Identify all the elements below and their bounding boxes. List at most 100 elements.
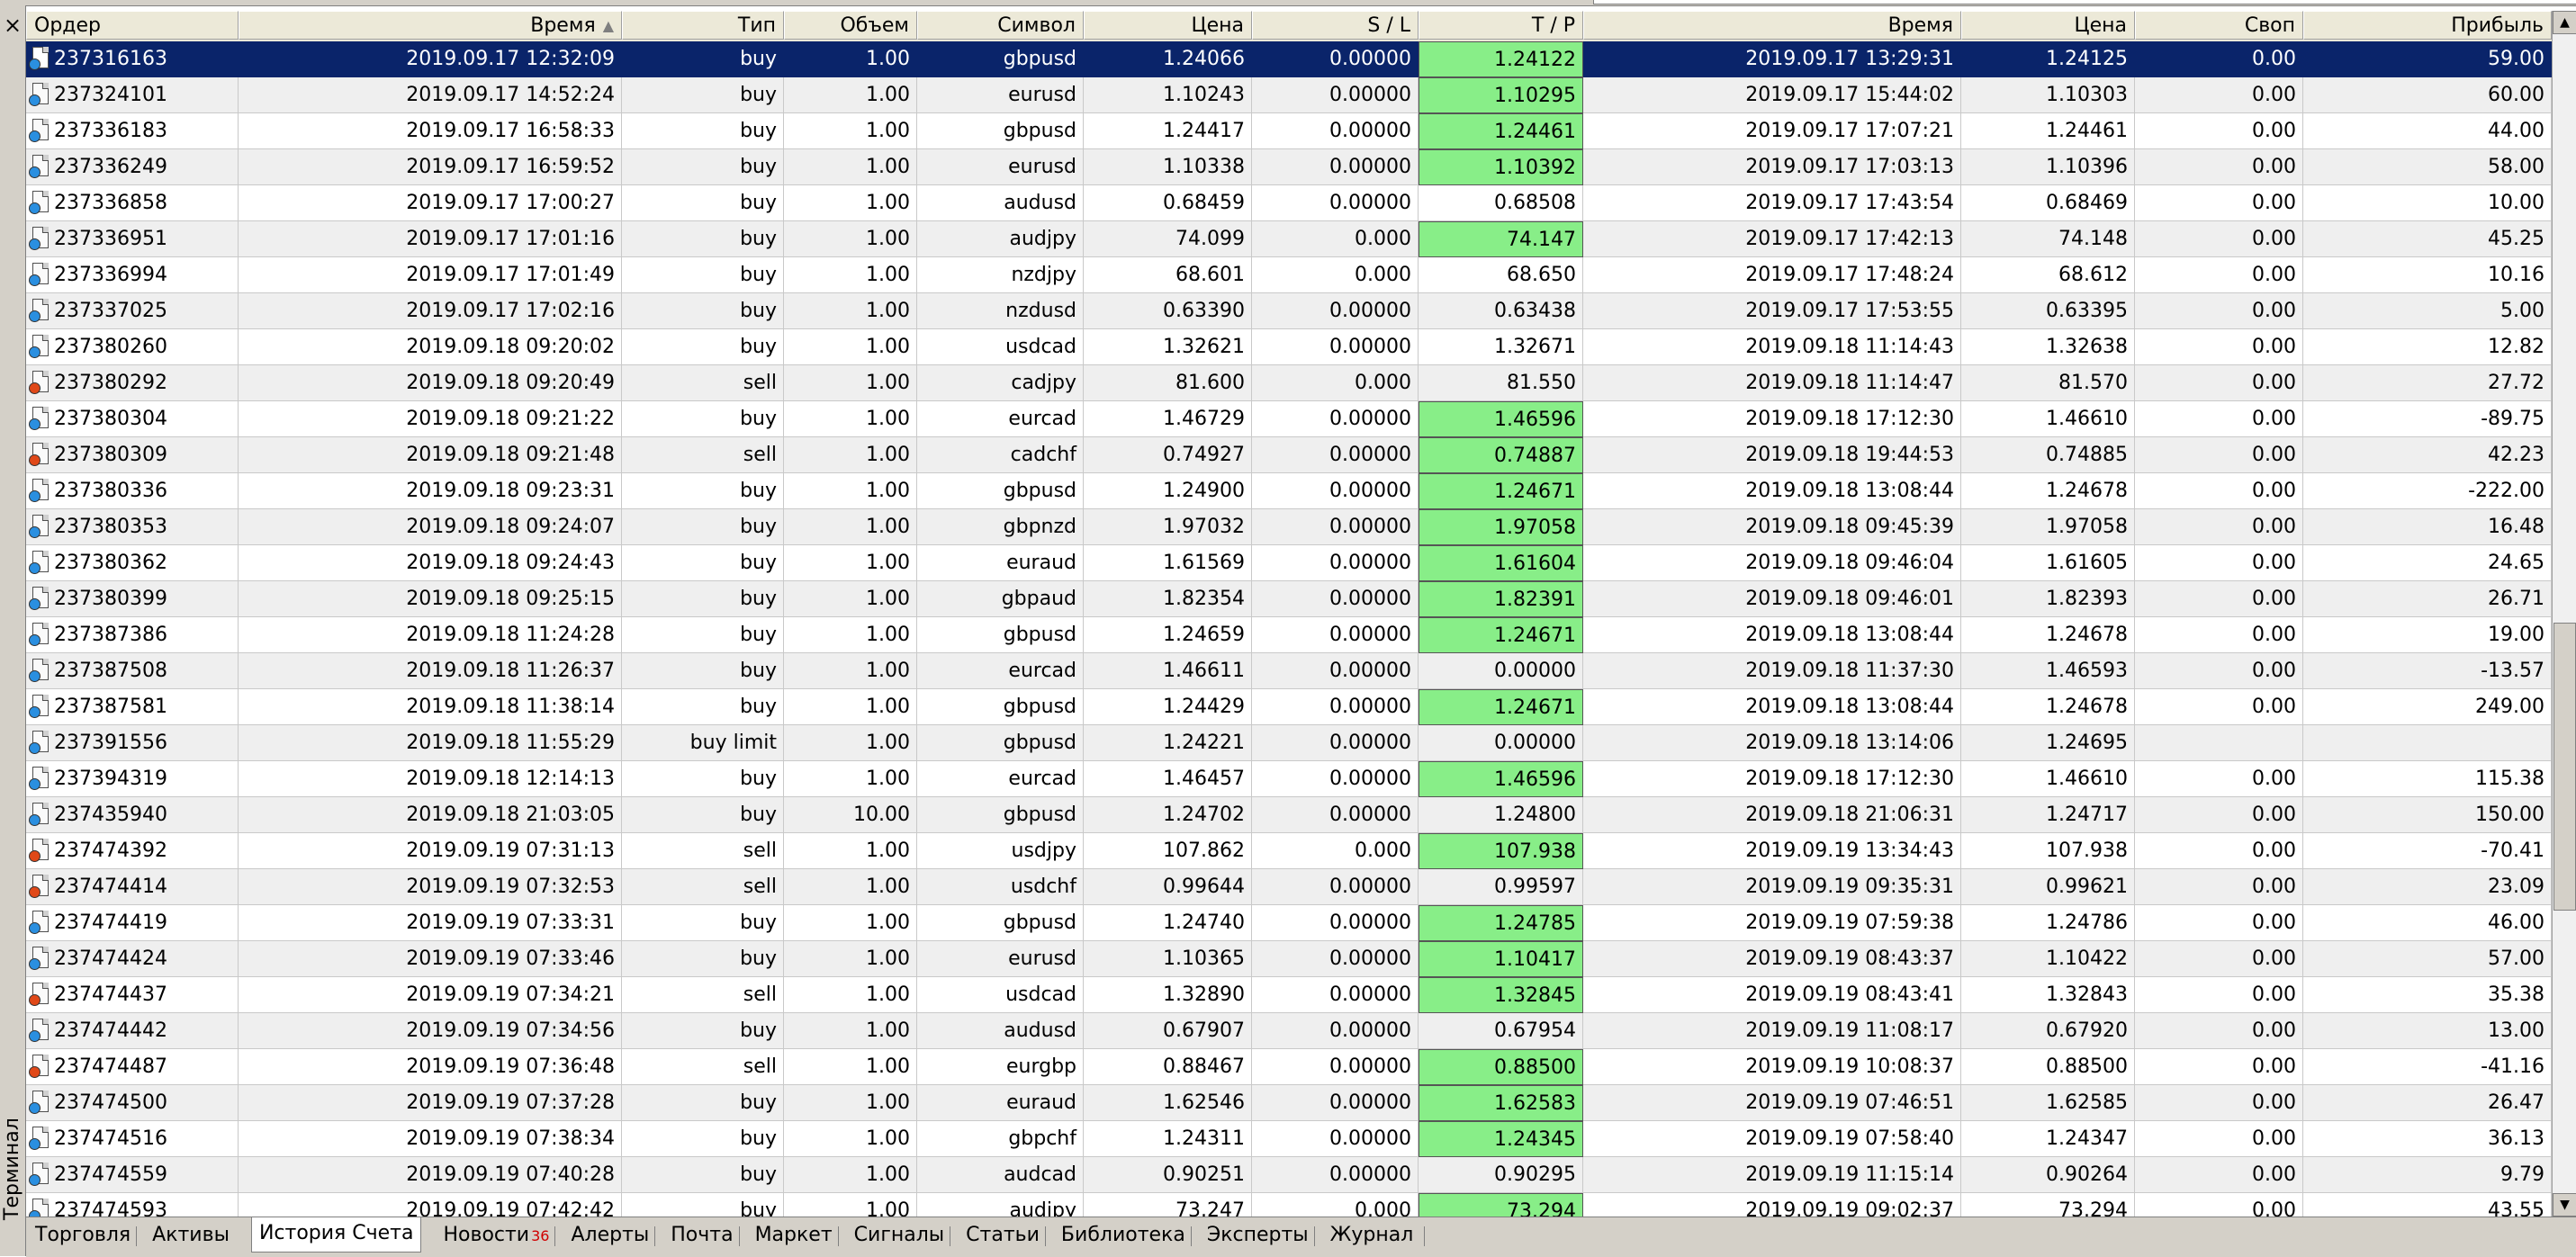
table-row[interactable]: 237336994 2019.09.17 17:01:49 buy 1.00 nzdjp… [26,257,2552,293]
cell-order: 237387386 [26,617,239,653]
table-row[interactable]: 237380362 2019.09.18 09:24:43 buy 1.00 eurau… [26,545,2552,581]
cell-value: 1.10295 [1494,85,1576,107]
tab-9[interactable]: Библиотека [1061,1219,1185,1252]
cell-value: 1.10365 [1163,947,1245,970]
table-row[interactable]: 237336858 2019.09.17 17:00:27 buy 1.00 audus… [26,185,2552,221]
scroll-thumb[interactable] [2553,623,2576,911]
tab-2[interactable]: История Счета [250,1217,422,1253]
column-header-tp[interactable]: T / P [1419,11,1583,40]
close-icon[interactable]: × [0,13,25,38]
column-header-time_open[interactable]: Время ▲ [239,11,622,40]
column-header-price_close[interactable]: Цена [1961,11,2135,40]
cell-value: 2019.09.18 09:21:48 [406,444,615,466]
cell-value: 0.00000 [1329,408,1411,430]
cell-value: 2019.09.18 11:55:29 [406,732,615,754]
table-row[interactable]: 237380309 2019.09.18 09:21:48 sell 1.00 cadc… [26,437,2552,473]
column-header-symbol[interactable]: Символ [917,11,1084,40]
table-row[interactable]: 237316163 2019.09.17 12:32:09 buy 1.00 gbpus… [26,41,2552,77]
table-row[interactable]: 237474487 2019.09.19 07:36:48 sell 1.00 eurg… [26,1049,2552,1085]
cell-type: buy [622,113,784,149]
cell-value: 0.00 [2252,804,2296,826]
cell-value: buy [740,552,777,574]
tab-6[interactable]: Маркет [755,1219,833,1252]
table-row[interactable]: 237380353 2019.09.18 09:24:07 buy 1.00 gbpnz… [26,509,2552,545]
column-header-profit[interactable]: Прибыль [2303,11,2552,40]
table-row[interactable]: 237474424 2019.09.19 07:33:46 buy 1.00 eurus… [26,941,2552,977]
column-header-swap[interactable]: Своп [2135,11,2303,40]
cell-value: buy [740,480,777,502]
tab-5[interactable]: Почта [671,1219,733,1252]
tab-11[interactable]: Журнал [1330,1219,1414,1252]
cell-time_close: 2019.09.18 17:12:30 [1583,401,1961,437]
table-row[interactable]: 237394319 2019.09.18 12:14:13 buy 1.00 eurca… [26,761,2552,797]
column-header-sl[interactable]: S / L [1252,11,1419,40]
table-row[interactable]: 237387508 2019.09.18 11:26:37 buy 1.00 eurca… [26,653,2552,689]
tab-4[interactable]: Алерты [571,1219,649,1252]
table-row[interactable]: 237336183 2019.09.17 16:58:33 buy 1.00 gbpus… [26,113,2552,149]
tab-0[interactable]: Торговля [35,1219,131,1252]
cell-time_open: 2019.09.19 07:42:42 [239,1193,622,1217]
vertical-scrollbar[interactable]: ▲ ▼ [2552,11,2576,1217]
cell-value: 0.00000 [1329,732,1411,754]
cell-order: 237336249 [26,149,239,185]
tab-3[interactable]: Новости 36 [443,1219,549,1252]
cell-value: 2019.09.19 07:58:40 [1745,1127,1954,1150]
cell-price_open: 0.67907 [1084,1013,1252,1049]
table-row[interactable]: 237474419 2019.09.19 07:33:31 buy 1.00 gbpus… [26,905,2552,941]
table-row[interactable]: 237474392 2019.09.19 07:31:13 sell 1.00 usdj… [26,833,2552,869]
table-row[interactable]: 237337025 2019.09.17 17:02:16 buy 1.00 nzdus… [26,293,2552,329]
cell-value: 2019.09.17 12:32:09 [406,48,615,70]
table-row[interactable]: 237387386 2019.09.18 11:24:28 buy 1.00 gbpus… [26,617,2552,653]
cell-value: 2019.09.19 08:43:41 [1745,983,1954,1006]
tab-10[interactable]: Эксперты [1207,1219,1309,1252]
column-header-time_close[interactable]: Время [1583,11,1961,40]
table-row[interactable]: 237336951 2019.09.17 17:01:16 buy 1.00 audjp… [26,221,2552,257]
cell-sl: 0.000 [1252,1193,1419,1217]
tab-7[interactable]: Сигналы [854,1219,945,1252]
column-header-type[interactable]: Тип [622,11,784,40]
table-row[interactable]: 237380336 2019.09.18 09:23:31 buy 1.00 gbpus… [26,473,2552,509]
column-header-order[interactable]: Ордер [26,11,239,40]
column-header-price_open[interactable]: Цена [1084,11,1252,40]
cell-symbol: eurusd [917,149,1084,185]
buy-order-icon [29,1019,49,1042]
cell-time_open: 2019.09.17 17:00:27 [239,185,622,221]
cell-value: gbpusd [1003,696,1076,718]
cell-time_close: 2019.09.18 21:06:31 [1583,797,1961,833]
table-row[interactable]: 237387581 2019.09.18 11:38:14 buy 1.00 gbpus… [26,689,2552,725]
cell-time_close: 2019.09.19 11:08:17 [1583,1013,1961,1049]
table-row[interactable]: 237474593 2019.09.19 07:42:42 buy 1.00 audjp… [26,1193,2552,1217]
cell-sl: 0.00000 [1252,185,1419,221]
table-row[interactable]: 237474437 2019.09.19 07:34:21 sell 1.00 usdc… [26,977,2552,1013]
cell-tp: 0.90295 [1419,1157,1583,1193]
table-row[interactable]: 237435940 2019.09.18 21:03:05 buy 10.00 gbpu… [26,797,2552,833]
table-row[interactable]: 237380292 2019.09.18 09:20:49 sell 1.00 cadj… [26,365,2552,401]
cell-time_open: 2019.09.17 17:01:16 [239,221,622,257]
table-row[interactable]: 237474516 2019.09.19 07:38:34 buy 1.00 gbpch… [26,1121,2552,1157]
table-row[interactable]: 237474500 2019.09.19 07:37:28 buy 1.00 eurau… [26,1085,2552,1121]
cell-value: 0.00000 [1329,1163,1411,1186]
table-row[interactable]: 237474559 2019.09.19 07:40:28 buy 1.00 audca… [26,1157,2552,1193]
buy-order-icon [29,803,49,826]
table-row[interactable]: 237380304 2019.09.18 09:21:22 buy 1.00 eurca… [26,401,2552,437]
buy-order-icon [29,299,49,322]
table-row[interactable]: 237380260 2019.09.18 09:20:02 buy 1.00 usdca… [26,329,2552,365]
table-row[interactable]: 237474442 2019.09.19 07:34:56 buy 1.00 audus… [26,1013,2552,1049]
scroll-down-icon[interactable]: ▼ [2553,1193,2576,1217]
tab-1[interactable]: Активы [152,1219,230,1252]
cell-value: 68.601 [1175,264,1245,286]
table-row[interactable]: 237380399 2019.09.18 09:25:15 buy 1.00 gbpau… [26,581,2552,617]
table-row[interactable]: 237391556 2019.09.18 11:55:29 buy limit 1.0… [26,725,2552,761]
column-header-volume[interactable]: Объем [784,11,917,40]
tab-8[interactable]: Статьи [966,1219,1040,1252]
cell-value: usdjpy [1011,839,1076,862]
cell-value: gbpusd [1003,732,1076,754]
scroll-up-icon[interactable]: ▲ [2553,11,2576,34]
cell-time_open: 2019.09.19 07:37:28 [239,1085,622,1121]
cell-symbol: gbpusd [917,689,1084,725]
table-row[interactable]: 237474414 2019.09.19 07:32:53 sell 1.00 usdc… [26,869,2552,905]
table-row[interactable]: 237336249 2019.09.17 16:59:52 buy 1.00 eurus… [26,149,2552,185]
cell-sl: 0.00000 [1252,329,1419,365]
table-row[interactable]: 237324101 2019.09.17 14:52:24 buy 1.00 eurus… [26,77,2552,113]
cell-value: -41.16 [2481,1055,2544,1078]
